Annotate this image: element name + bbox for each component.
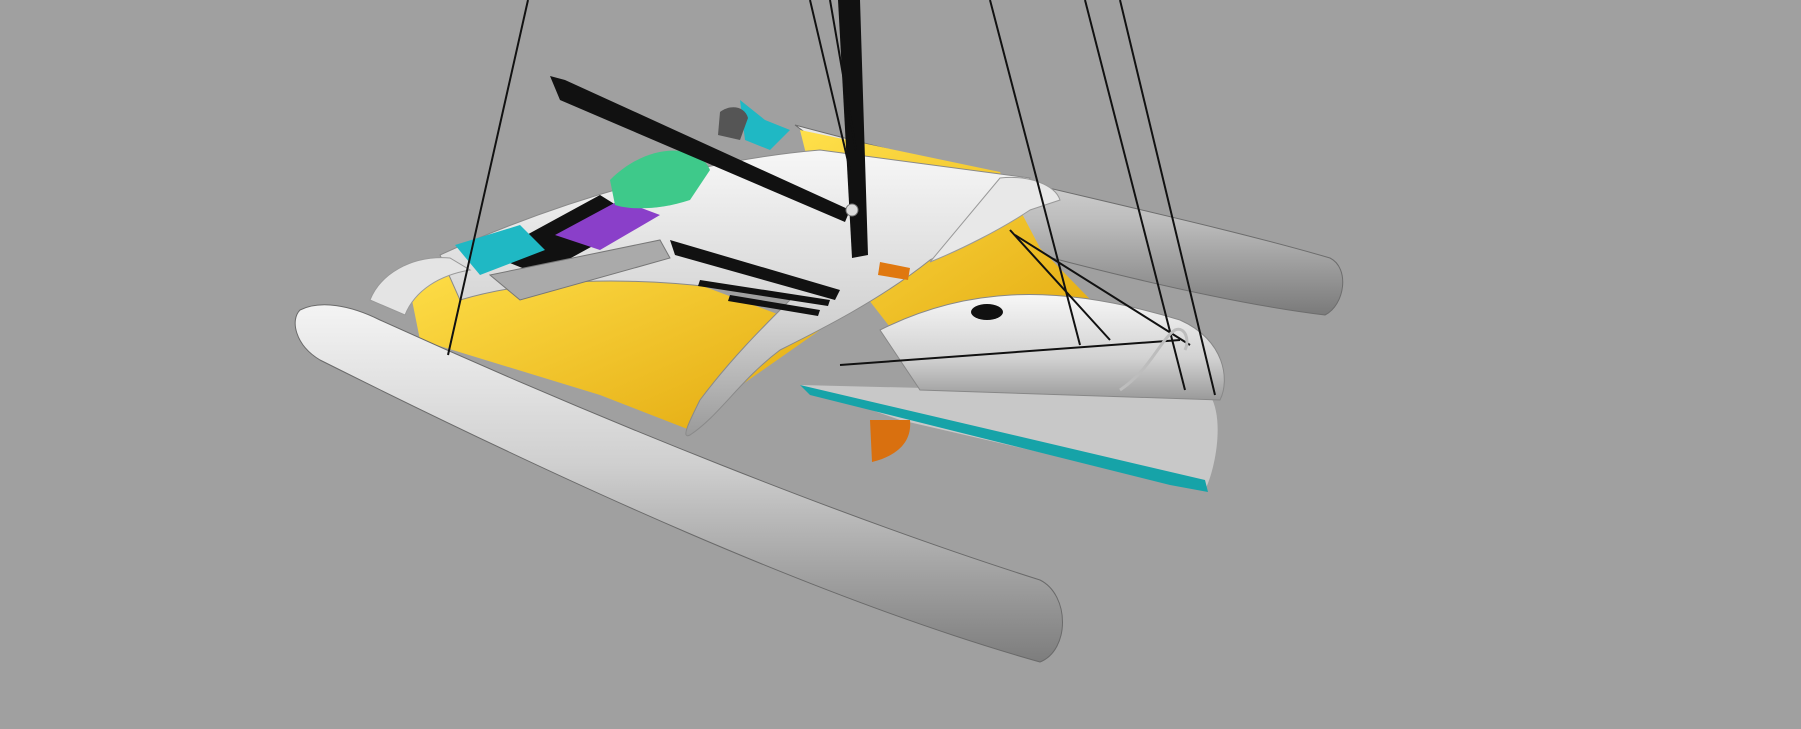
hatch-hole xyxy=(971,304,1003,320)
mast-fitting xyxy=(845,203,859,217)
daggerboard xyxy=(870,420,911,462)
center-hull xyxy=(800,294,1225,492)
render-viewport xyxy=(0,0,1801,729)
